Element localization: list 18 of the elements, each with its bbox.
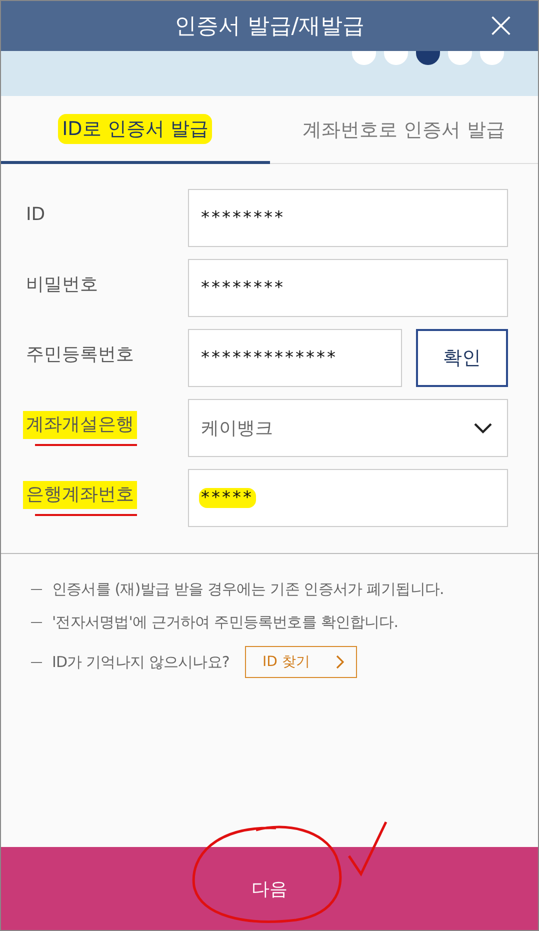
chevron-right-icon <box>336 655 344 669</box>
input-field[interactable]: ******** <box>188 259 508 317</box>
input-field[interactable]: ************* <box>188 329 402 387</box>
close-button[interactable]: × <box>486 9 516 43</box>
note-text: '전자서명법'에 근거하여 주민등록번호를 확인합니다. <box>52 613 398 632</box>
confirm-button[interactable]: 확인 <box>416 329 508 387</box>
tab[interactable]: 계좌번호로 인증서 발급 <box>270 96 538 164</box>
field-label: 계좌개설은행 <box>23 410 137 446</box>
note-text: 인증서를 (재)발급 받을 경우에는 기존 인증서가 폐기됩니다. <box>52 580 444 599</box>
field-label: 은행계좌번호 <box>23 480 137 516</box>
bank-select[interactable]: 케이뱅크 <box>188 399 508 457</box>
tab[interactable]: ID로 인증서 발급 <box>1 96 270 164</box>
chevron-down-icon <box>473 422 493 434</box>
note-text: ID가 기억나지 않으시나요? <box>52 652 230 672</box>
next-button[interactable]: 다음 <box>1 847 538 930</box>
input-field[interactable]: ***** <box>188 469 508 527</box>
dialog-title: 인증서 발급/재발급 <box>174 13 365 41</box>
input-field[interactable]: ******** <box>188 189 508 247</box>
